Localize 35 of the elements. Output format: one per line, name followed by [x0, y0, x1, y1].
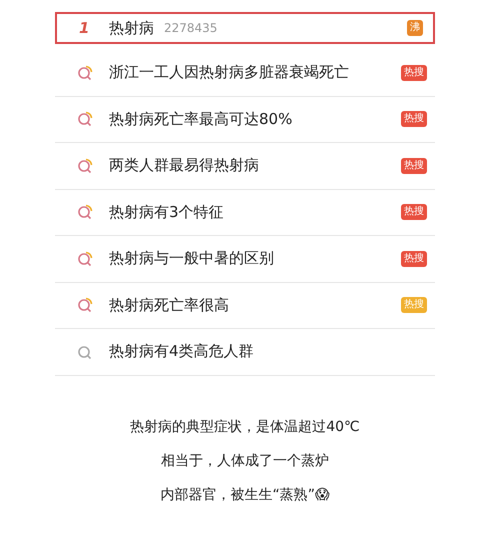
search-icon — [77, 297, 93, 314]
suggestion-text: 两类人群最易得热射病 — [109, 156, 260, 176]
search-count: 2278435 — [164, 21, 218, 35]
search-icon — [77, 111, 93, 128]
search-icon — [77, 204, 93, 220]
hot-badge: 热搜 — [401, 64, 427, 81]
suggestion-text: 热射病死亡率最高可达80% — [109, 110, 294, 129]
search-suggestion[interactable]: 热射病有3个特征 热搜 — [55, 190, 435, 236]
search-icon — [77, 344, 93, 360]
hot-badge: 热搜 — [401, 204, 427, 220]
search-icon — [77, 64, 93, 81]
caption-line: 相当于，人体成了一个蒸炉 — [160, 452, 329, 470]
suggestion-text: 热射病有4类高危人群 — [109, 342, 255, 362]
search-suggestion[interactable]: 热射病死亡率最高可达80% 热搜 — [55, 96, 435, 143]
search-icon — [77, 250, 93, 267]
search-suggestion[interactable]: 两类人群最易得热射病 热搜 — [55, 143, 435, 190]
suggestion-text: 热射病与一般中暑的区别 — [109, 249, 275, 268]
caption-line: 热射病的典型症状，是体温超过40℃ — [130, 418, 360, 436]
suggestion-text: 热射病有3个特征 — [109, 202, 225, 222]
hot-badge: 热搜 — [401, 111, 427, 128]
item-title: 热射病 — [109, 18, 154, 38]
suggestion-text: 热射病死亡率很高 — [109, 296, 230, 315]
hot-badge: 热搜 — [401, 297, 427, 314]
search-icon — [77, 158, 93, 174]
search-suggestion[interactable]: 热射病与一般中暑的区别 热搜 — [55, 236, 435, 282]
search-suggestion[interactable]: 浙江一工人因热射病多脏器衰竭死亡 热搜 — [55, 50, 435, 96]
search-suggestion[interactable]: 热射病有4类高危人群 — [55, 329, 435, 376]
top-trending-item[interactable]: 1 热射病 2278435 沸 — [55, 12, 435, 44]
rank-number: 1 — [79, 19, 90, 37]
search-suggestion[interactable]: 热射病死亡率很高 热搜 — [55, 282, 435, 329]
hot-badge: 热搜 — [401, 250, 427, 267]
suggestion-text: 浙江一工人因热射病多脏器衰竭死亡 — [109, 63, 350, 82]
hot-badge: 沸 — [407, 20, 423, 36]
hot-badge: 热搜 — [401, 158, 427, 174]
caption-line: 内部器官，被生生“蒸熟”😱 — [160, 486, 330, 504]
